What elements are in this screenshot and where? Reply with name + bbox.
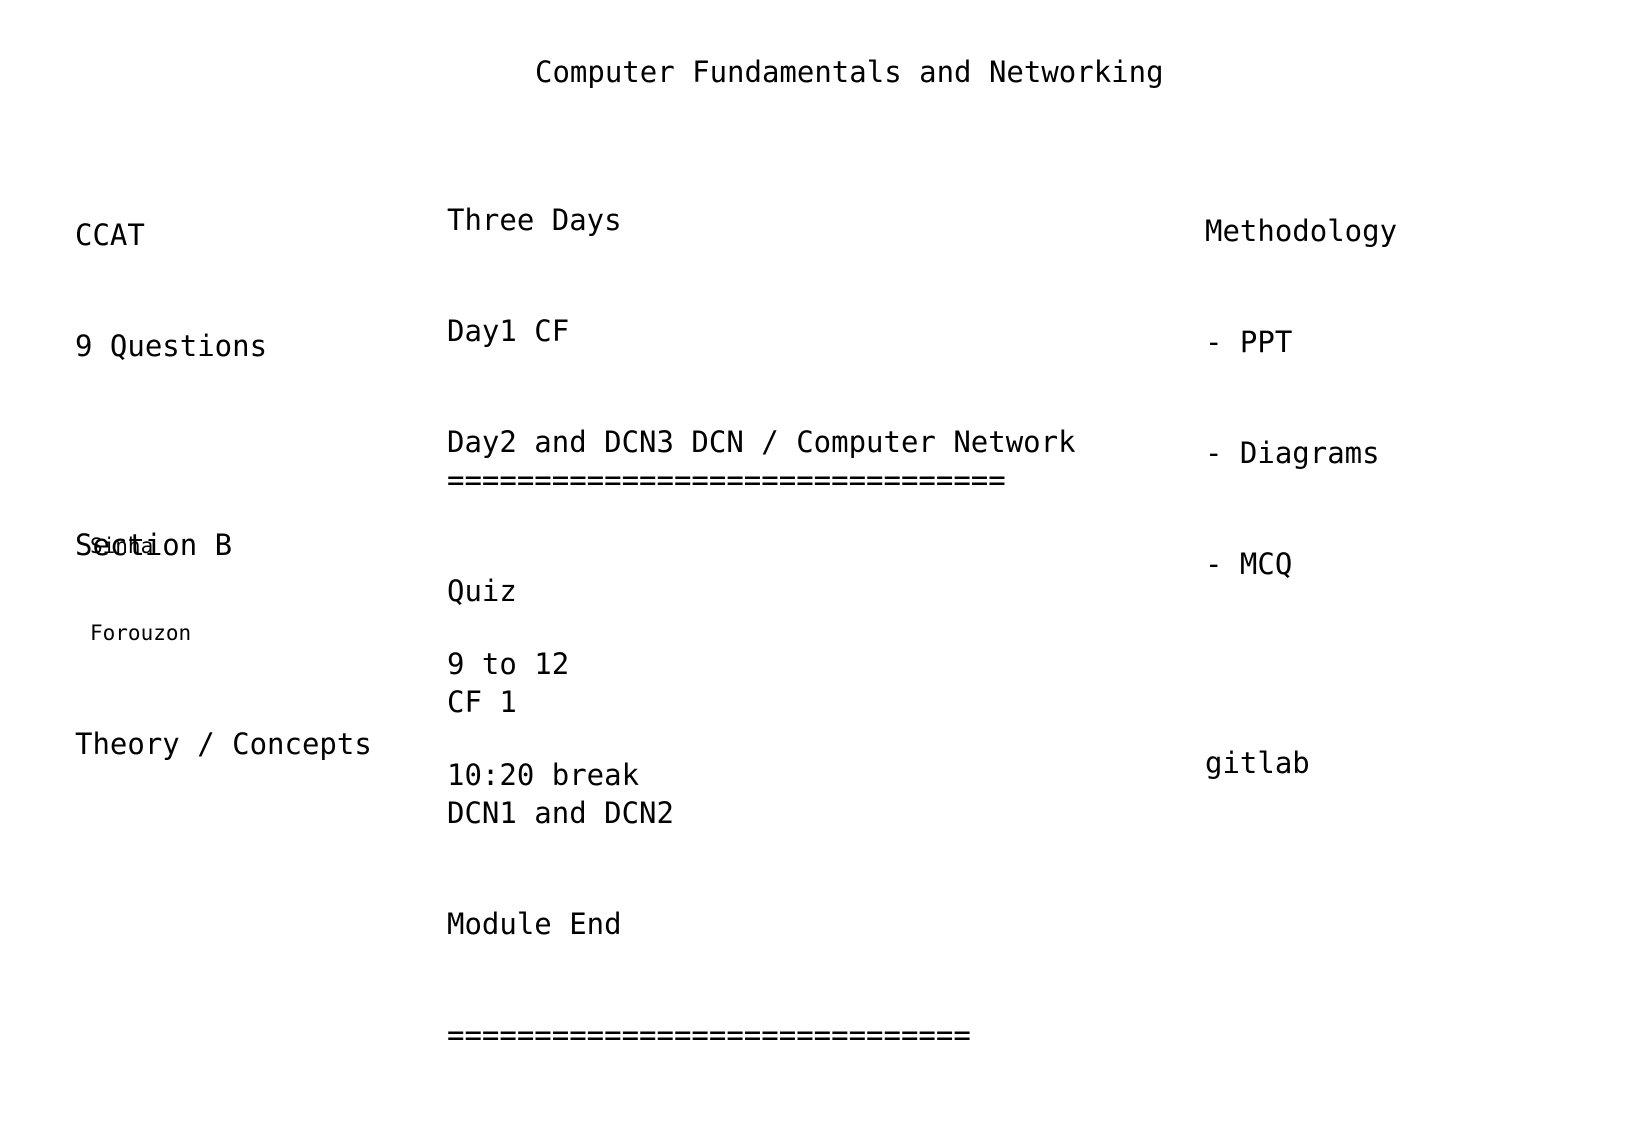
methodology-item-mcq: - MCQ: [1205, 547, 1293, 581]
reference-books: Sinha Forouzon: [90, 474, 191, 706]
quiz-cf-label: CF 1: [447, 685, 517, 719]
book-author-forouzon: Forouzon: [90, 621, 192, 645]
page-title: Computer Fundamentals and Networking: [535, 55, 1164, 89]
quiz-label: Quiz: [447, 574, 517, 608]
gitlab-label: gitlab: [1205, 746, 1310, 780]
methodology-heading: Methodology: [1205, 214, 1398, 248]
quiz-block: ================================ Quiz CF…: [447, 388, 1006, 1128]
questions-count: 9 Questions: [75, 329, 268, 363]
book-author-sinha: Sinha: [90, 534, 154, 558]
divider-top: ================================: [447, 463, 1006, 497]
module-end-label: Module End: [447, 907, 622, 941]
methodology-item-diagrams: - Diagrams: [1205, 436, 1380, 470]
notes-canvas: Computer Fundamentals and Networking CCA…: [0, 0, 1634, 1052]
divider-bottom: ==============================: [447, 1018, 971, 1052]
theory-label: Theory / Concepts: [75, 727, 372, 761]
ccat-label: CCAT: [75, 218, 145, 252]
methodology-item-ppt: - PPT: [1205, 325, 1293, 359]
duration-label: Three Days: [447, 203, 622, 237]
methodology-block: Methodology - PPT - Diagrams - MCQ gitla…: [1205, 139, 1397, 856]
day1-label: Day1 CF: [447, 314, 570, 348]
quiz-dcn-label: DCN1 and DCN2: [447, 796, 674, 830]
